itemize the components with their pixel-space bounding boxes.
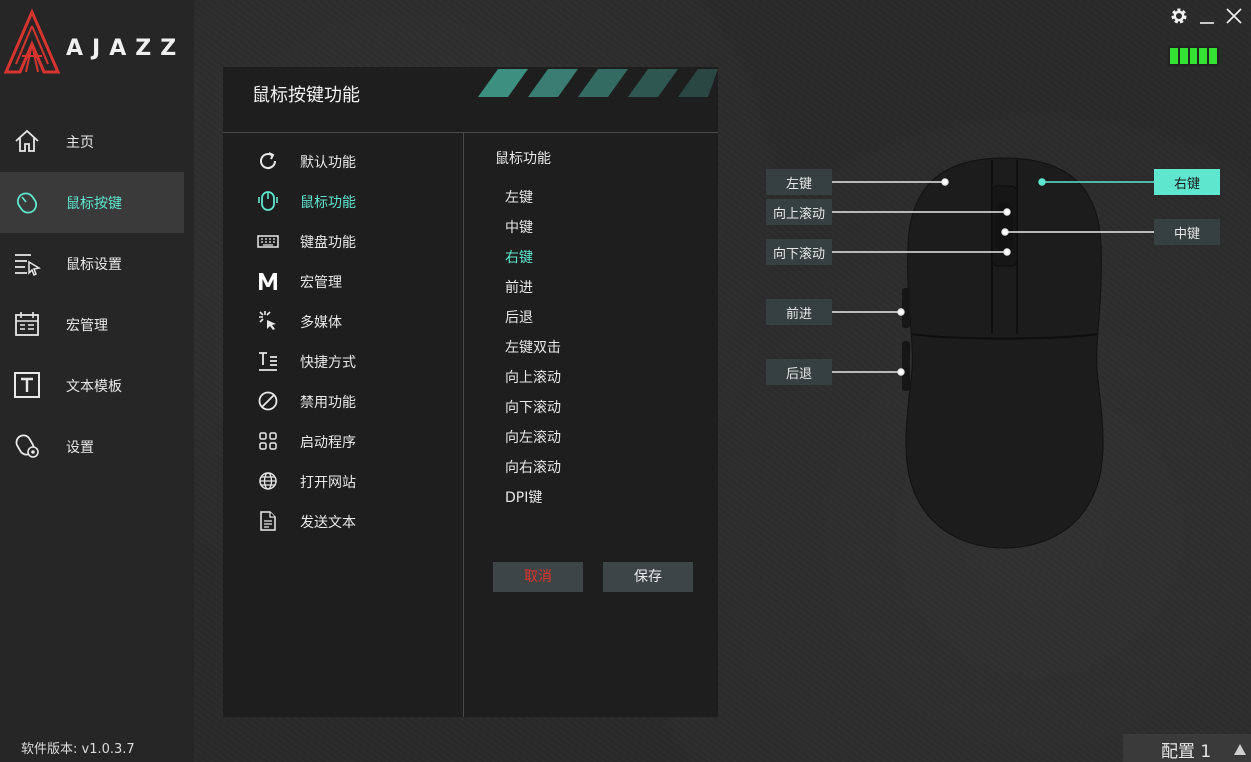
category-label: 禁用功能 [300,395,356,411]
mouse-icon [256,189,280,213]
category-disable[interactable]: 禁用功能 [223,381,463,421]
sub-function-list: 左键 中键 右键 前进 后退 左键双击 向上滚动 向下滚动 向左滚动 向右滚动 … [505,181,705,511]
ajazz-logo-icon [3,8,61,74]
disable-icon [256,389,280,413]
mouse-label-left[interactable]: 左键 [766,169,832,195]
save-button[interactable]: 保存 [603,562,693,592]
sub-item-scroll-down[interactable]: 向下滚动 [505,391,705,421]
battery-cell [1199,48,1208,64]
brand-logo: AJAZZ [0,6,194,78]
multimedia-icon [256,309,280,333]
mouse-illustration [902,157,1104,549]
sidebar-item-label: 设置 [66,439,94,456]
sidebar-item-mouse-buttons[interactable]: 鼠标按键 [0,172,184,233]
category-label: 键盘功能 [300,235,356,251]
globe-icon [256,469,280,493]
category-label: 宏管理 [300,275,342,291]
sub-item-back[interactable]: 后退 [505,301,705,331]
profile-label: 配置 1 [1161,742,1212,762]
macro-icon [15,312,39,336]
home-icon [15,129,39,152]
document-icon [256,509,280,533]
triangle-up-icon[interactable] [1233,741,1247,761]
shortcut-icon [256,349,280,373]
sub-list-title: 鼠标功能 [495,151,551,167]
software-version: 软件版本: v1.0.3.7 [21,742,135,757]
sub-item-left-click[interactable]: 左键 [505,181,705,211]
panel-header: 鼠标按键功能 [223,67,718,133]
mouse-label-right[interactable]: 右键 [1154,169,1220,195]
category-shortcut[interactable]: 快捷方式 [223,341,463,381]
profile-selector[interactable]: 配置 1 [1123,734,1251,762]
battery-cell [1189,48,1198,64]
sub-item-right-click[interactable]: 右键 [505,241,705,271]
apps-grid-icon [256,429,280,453]
category-default[interactable]: 默认功能 [223,141,463,181]
sub-item-forward[interactable]: 前进 [505,271,705,301]
sub-item-scroll-left[interactable]: 向左滚动 [505,421,705,451]
sub-item-dpi[interactable]: DPI键 [505,481,705,511]
battery-cell [1209,48,1217,64]
category-multimedia[interactable]: 多媒体 [223,301,463,341]
category-list: 默认功能 鼠标功能 键盘功能 宏管理 多媒体 快捷方式 禁用功能 启动程序 打开… [223,141,463,541]
mouse-label-back[interactable]: 后退 [766,359,832,385]
mouse-label-scroll-up[interactable]: 向上滚动 [766,199,832,225]
keyboard-icon [256,229,280,253]
sidebar-item-macro[interactable]: 宏管理 [0,294,194,355]
sub-item-scroll-right[interactable]: 向右滚动 [505,451,705,481]
sub-item-scroll-up[interactable]: 向上滚动 [505,361,705,391]
decorative-stripes [478,69,718,97]
window-controls [1169,6,1243,30]
close-icon[interactable] [1225,7,1243,29]
brand-name: AJAZZ [66,36,186,61]
sidebar-item-text-template[interactable]: 文本模板 [0,355,194,416]
button-function-panel: 鼠标按键功能 默认功能 鼠标功能 键盘功能 宏管理 多媒体 快捷方式 禁用功能 … [223,67,718,717]
sub-item-double-click[interactable]: 左键双击 [505,331,705,361]
sidebar-item-home[interactable]: 主页 [0,111,194,172]
mouse-icon [16,192,38,214]
settings-icon [15,434,39,458]
category-send-text[interactable]: 发送文本 [223,501,463,541]
category-macro[interactable]: 宏管理 [223,261,463,301]
category-label: 多媒体 [300,315,342,331]
sub-item-middle-click[interactable]: 中键 [505,211,705,241]
battery-indicator [1166,44,1221,68]
refresh-icon [256,149,280,173]
cancel-button[interactable]: 取消 [493,562,583,592]
category-launch-program[interactable]: 启动程序 [223,421,463,461]
sidebar-item-label: 鼠标按键 [66,195,122,212]
sidebar-item-label: 主页 [66,134,94,151]
mouse-label-middle[interactable]: 中键 [1154,219,1220,245]
panel-divider [463,133,464,717]
battery-cell [1170,48,1178,64]
text-template-icon [14,372,40,398]
sidebar-item-mouse-settings[interactable]: 鼠标设置 [0,233,194,294]
category-keyboard[interactable]: 键盘功能 [223,221,463,261]
category-label: 默认功能 [300,155,356,171]
battery-cell [1179,48,1188,64]
minimize-icon[interactable] [1199,6,1215,30]
sidebar: AJAZZ 主页 鼠标按键 鼠标设置 宏管理 文本模板 设置 软件版本: v1.… [0,0,194,762]
category-mouse[interactable]: 鼠标功能 [223,181,463,221]
category-label: 启动程序 [300,435,356,451]
mouse-label-scroll-down[interactable]: 向下滚动 [766,239,832,265]
sidebar-item-label: 鼠标设置 [66,256,122,273]
panel-title: 鼠标按键功能 [252,85,360,106]
sidebar-item-settings[interactable]: 设置 [0,416,194,477]
sidebar-item-label: 宏管理 [66,317,108,334]
category-label: 快捷方式 [300,355,356,371]
mouse-settings-icon [15,254,41,277]
sidebar-item-label: 文本模板 [66,378,122,395]
sidebar-nav: 主页 鼠标按键 鼠标设置 宏管理 文本模板 设置 [0,111,194,477]
gear-icon[interactable] [1169,6,1189,30]
category-open-website[interactable]: 打开网站 [223,461,463,501]
category-label: 鼠标功能 [300,195,356,211]
app-window: AJAZZ 主页 鼠标按键 鼠标设置 宏管理 文本模板 设置 软件版本: v1.… [0,0,1251,762]
category-label: 发送文本 [300,515,356,531]
category-label: 打开网站 [300,475,356,491]
macro-m-icon [256,269,280,293]
mouse-label-forward[interactable]: 前进 [766,299,832,325]
